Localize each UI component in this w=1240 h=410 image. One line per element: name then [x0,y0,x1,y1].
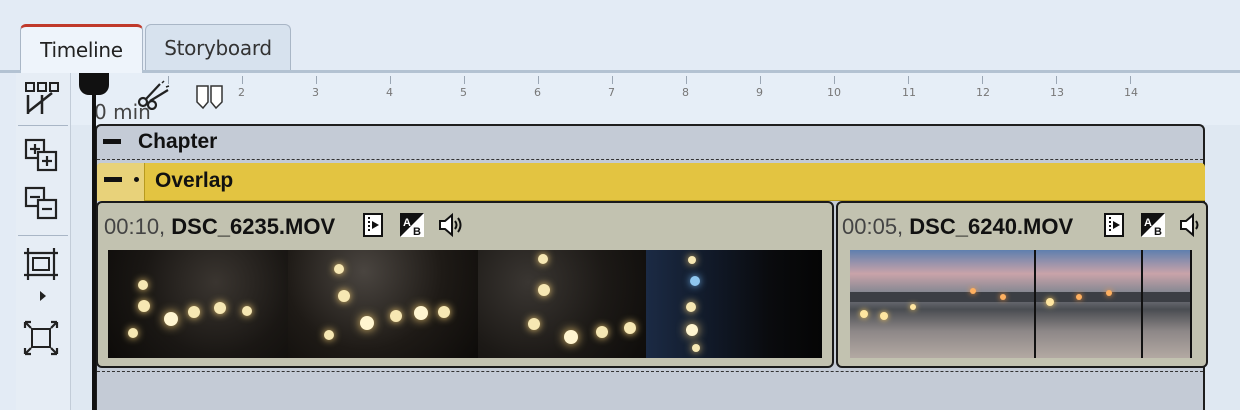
remove-track-icon [24,186,58,220]
ruler-tick [834,76,835,84]
overlap-title: Overlap [155,169,234,192]
ruler-tick-label: 5 [460,86,467,99]
ruler-tick-label: 4 [386,86,393,99]
clip-thumbnail [288,250,478,358]
clip-thumbnail [646,250,822,358]
ruler-tick [1056,76,1057,84]
audio-speaker-icon[interactable] [437,212,463,238]
ruler-tick [538,76,539,84]
ruler-tick [908,76,909,84]
audio-speaker-icon[interactable] [1178,212,1204,238]
svg-text:B: B [1154,226,1162,238]
add-track-icon [24,138,58,172]
clip-thumbnail [1036,250,1142,358]
clip-name: DSC_6235.MOV [171,214,336,239]
tab-storyboard-label: Storyboard [164,35,272,60]
svg-text:A: A [1144,217,1152,229]
svg-text:B: B [413,226,421,238]
collapse-chapter-icon[interactable] [103,139,121,144]
track-divider [97,371,1203,372]
tool-separator [18,235,68,236]
ruler-tick-label: 10 [827,86,841,99]
add-track-button[interactable] [20,136,64,176]
video-properties-icon[interactable] [1102,212,1128,238]
time-ruler[interactable] [71,73,1240,125]
ruler-tick [390,76,391,84]
tab-storyboard[interactable]: Storyboard [145,24,291,70]
overlap-track[interactable] [97,163,1205,201]
svg-text:A: A [403,217,411,229]
submenu-arrow-icon[interactable] [38,290,48,302]
ruler-tick-label: 14 [1124,86,1138,99]
transition-ab-icon[interactable]: A B [399,212,425,238]
playhead-handle[interactable] [79,73,109,95]
tab-timeline[interactable]: Timeline [20,24,143,72]
ruler-tick-label: 2 [238,86,245,99]
frame-expand-icon [24,248,58,280]
chapter-title: Chapter [138,130,218,153]
scissors-icon[interactable] [136,80,174,110]
collapse-overlap-icon[interactable] [104,177,122,182]
marker-icon[interactable] [194,84,226,110]
thumbnail-separator [1190,250,1192,358]
ruler-tick [760,76,761,84]
clip-thumbnail [108,250,288,358]
chapter-divider [97,159,1203,160]
ruler-tick [612,76,613,84]
ruler-tick-label: 12 [976,86,990,99]
ruler-tick-label: 8 [682,86,689,99]
tab-timeline-label: Timeline [40,37,123,62]
overlap-dot-icon [134,177,139,182]
clip-thumbnail [850,250,1035,358]
ruler-tick [242,76,243,84]
ruler-tick [464,76,465,84]
clip-name: DSC_6240.MOV [909,214,1074,239]
clip-thumbnail [478,250,646,358]
ruler-tick-label: 3 [312,86,319,99]
video-properties-icon[interactable] [361,212,387,238]
clip-duration: 00:05, [842,214,904,239]
frame-fit-button[interactable] [20,318,64,358]
tool-separator [18,125,68,126]
tool-panel [16,73,71,410]
clip-label: 00:05, DSC_6240.MOV [842,214,1073,240]
overlap-handle[interactable] [97,163,145,201]
ruler-tick [1130,76,1131,84]
grid-tool-icon [25,82,59,114]
remove-track-button[interactable] [20,184,64,224]
frame-expand-button[interactable] [20,244,64,284]
frame-fit-icon [23,320,59,356]
ruler-tick-label: 9 [756,86,763,99]
ruler-tick [686,76,687,84]
ruler-tick [982,76,983,84]
transition-ab-icon[interactable]: A B [1140,212,1166,238]
grid-tool-button[interactable] [20,78,64,118]
ruler-tick [316,76,317,84]
ruler-tick-label: 11 [902,86,916,99]
clip-label: 00:10, DSC_6235.MOV [104,214,335,240]
ruler-tick-label: 13 [1050,86,1064,99]
playhead-line[interactable] [92,84,96,410]
clip-thumbnail [1143,250,1191,358]
clip-duration: 00:10, [104,214,166,239]
ruler-tick-label: 6 [534,86,541,99]
ruler-tick-label: 7 [608,86,615,99]
